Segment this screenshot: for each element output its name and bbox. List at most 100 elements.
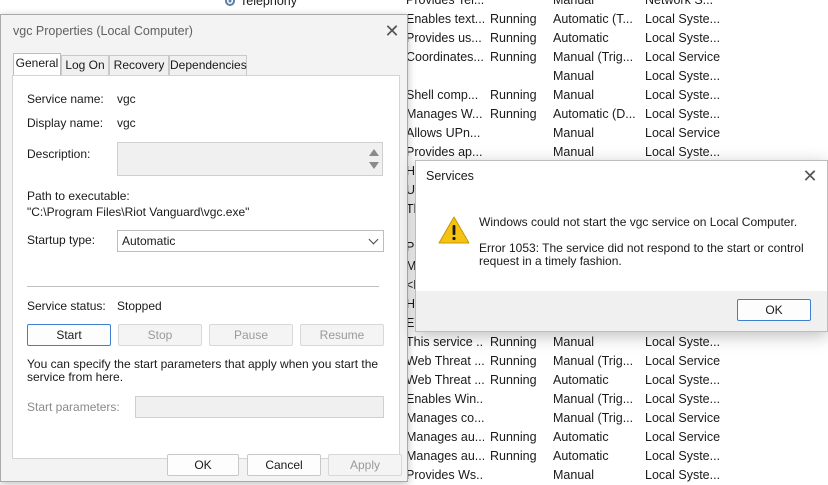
service-description: This service ... <box>406 335 484 349</box>
service-log-on-as: Local Syste... <box>645 335 721 349</box>
service-status: Running <box>490 373 537 387</box>
service-row[interactable]: Provides Tel... Manual Network S... <box>0 0 828 10</box>
path-value: "C:\Program Files\Riot Vanguard\vgc.exe" <box>27 205 250 219</box>
service-description: Provides Tel... <box>406 0 484 7</box>
service-startup-type: Manual <box>553 69 594 83</box>
error-ok-button[interactable]: OK <box>737 299 811 321</box>
apply-button[interactable]: Apply <box>328 454 402 476</box>
service-status-label: Service status: <box>27 299 106 313</box>
service-startup-type: Manual (Trig... <box>553 392 634 406</box>
scroll-up-arrow-icon[interactable] <box>369 149 379 156</box>
service-status: Running <box>490 88 537 102</box>
start-params-input[interactable] <box>135 396 384 418</box>
close-icon[interactable]: ✕ <box>801 167 819 185</box>
cancel-button[interactable]: Cancel <box>247 454 321 476</box>
service-log-on-as: Local Service <box>645 411 721 425</box>
service-status: Running <box>490 12 537 26</box>
path-label: Path to executable: <box>27 189 130 203</box>
service-startup-type: Manual <box>553 88 594 102</box>
service-status: Running <box>490 50 537 64</box>
tab-dependencies[interactable]: Dependencies <box>169 55 247 75</box>
service-status-value: Stopped <box>117 299 162 313</box>
chevron-down-icon <box>368 234 379 245</box>
service-status: Running <box>490 335 537 349</box>
service-description: Web Threat ... <box>406 373 484 387</box>
service-description: Manages co... <box>406 411 484 425</box>
service-startup-type: Manual <box>553 145 594 159</box>
resume-button[interactable]: Resume <box>300 324 384 346</box>
service-log-on-as: Local Syste... <box>645 449 721 463</box>
error-detail-line: Error 1053: The service did not respond … <box>479 241 804 255</box>
service-log-on-as: Local Syste... <box>645 88 721 102</box>
service-description: Allows UPn... <box>406 126 481 140</box>
error-message-line: Windows could not start the vgc service … <box>479 215 798 229</box>
service-log-on-as: Local Syste... <box>645 12 721 26</box>
display-name-value: vgc <box>117 116 136 130</box>
service-status: Running <box>490 354 537 368</box>
service-description: Provides us... <box>406 31 482 45</box>
service-name-label: Service name: <box>27 92 104 106</box>
description-label: Description: <box>27 147 91 161</box>
service-description: Enables text... <box>406 12 484 26</box>
tab-general[interactable]: General <box>13 53 61 75</box>
service-log-on-as: Local Service <box>645 126 721 140</box>
tab-recovery[interactable]: Recovery <box>109 55 169 75</box>
service-description: Shell comp... <box>406 88 479 102</box>
service-log-on-as: Local Service <box>645 354 721 368</box>
description-field[interactable] <box>117 142 383 176</box>
service-name-value: vgc <box>117 92 136 106</box>
service-description: Enables Win... <box>406 392 484 406</box>
close-icon[interactable]: ✕ <box>383 22 401 40</box>
startup-type-value: Automatic <box>122 234 176 248</box>
service-log-on-as: Local Syste... <box>645 107 721 121</box>
tab-log-on[interactable]: Log On <box>61 55 109 75</box>
start-params-label: Start parameters: <box>27 400 120 414</box>
scroll-down-arrow-icon[interactable] <box>369 162 379 169</box>
service-description: Manages au... <box>406 430 484 444</box>
error-detail-line-2: request in a timely fashion. <box>479 254 622 268</box>
service-startup-type: Automatic <box>553 31 609 45</box>
service-startup-type: Manual (Trig... <box>553 411 634 425</box>
ok-button[interactable]: OK <box>167 454 239 476</box>
service-properties-dialog: vgc Properties (Local Computer) ✕ Genera… <box>0 14 408 482</box>
startup-type-label: Startup type: <box>27 233 96 247</box>
service-startup-type: Automatic <box>553 373 609 387</box>
service-log-on-as: Local Syste... <box>645 392 721 406</box>
service-description: Manages au... <box>406 449 484 463</box>
display-name-label: Display name: <box>27 116 104 130</box>
stop-button[interactable]: Stop <box>118 324 202 346</box>
service-description: Manages W... <box>406 107 483 121</box>
service-log-on-as: Local Syste... <box>645 31 721 45</box>
service-startup-type: Automatic (T... <box>553 12 633 26</box>
service-log-on-as: Local Syste... <box>645 373 721 387</box>
service-startup-type: Manual <box>553 335 594 349</box>
service-startup-type: Automatic <box>553 430 609 444</box>
service-log-on-as: Local Syste... <box>645 69 721 83</box>
service-log-on-as: Local Syste... <box>645 145 721 159</box>
error-dialog-footer: OK <box>416 291 827 331</box>
start-button[interactable]: Start <box>27 324 111 346</box>
service-startup-type: Manual <box>553 126 594 140</box>
service-startup-type: Manual <box>553 0 594 7</box>
service-status: Running <box>490 31 537 45</box>
service-description: Coordinates... <box>406 50 484 64</box>
service-status: Running <box>490 430 537 444</box>
start-params-hint: You can specify the start parameters tha… <box>27 357 379 384</box>
service-startup-type: Automatic <box>553 449 609 463</box>
service-startup-type: Manual (Trig... <box>553 354 634 368</box>
service-status: Running <box>490 107 537 121</box>
dialog-title: vgc Properties (Local Computer) <box>13 24 193 38</box>
service-log-on-as: Local Service <box>645 430 721 444</box>
service-description: Web Threat ... <box>406 354 484 368</box>
startup-type-select[interactable]: Automatic <box>117 230 384 252</box>
service-description: Provides ap... <box>406 145 483 159</box>
error-dialog-title: Services <box>426 169 474 183</box>
warning-icon <box>438 215 470 245</box>
general-tab-panel: Service name: vgc Display name: vgc Desc… <box>12 75 400 459</box>
service-log-on-as: Local Service <box>645 50 721 64</box>
divider <box>27 286 379 287</box>
error-dialog: Services ✕ Windows could not start the v… <box>415 160 828 332</box>
service-status: Running <box>490 449 537 463</box>
service-startup-type: Manual (Trig... <box>553 50 634 64</box>
pause-button[interactable]: Pause <box>209 324 293 346</box>
